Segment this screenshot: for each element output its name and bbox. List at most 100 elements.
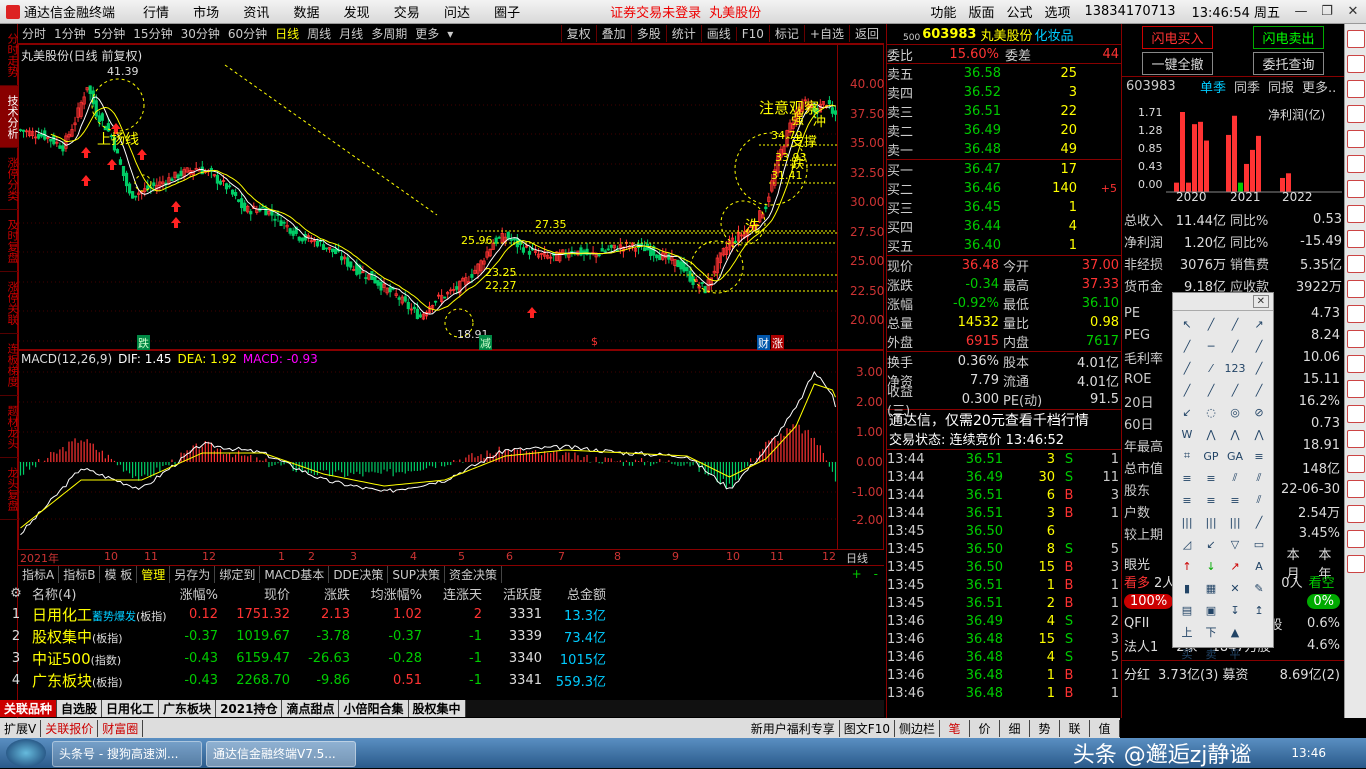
candle-icon[interactable]	[1347, 130, 1365, 148]
draw-tool-icon[interactable]: ✎	[1247, 577, 1271, 599]
period-week[interactable]: 周线	[303, 25, 335, 42]
menu-xuanxiang[interactable]: 选项	[1044, 2, 1070, 21]
draw-tool-icon[interactable]: |||	[1199, 511, 1223, 533]
profit-bar[interactable]	[1198, 121, 1203, 192]
drawing-toolbox[interactable]: ✕ ↖ ╱ ╱ ↗ ╱ ─ ╱ ╱ ╱ ⁄ 123 ╱ ╱ ╱ ╱ ╱ ↙ ◌ ◎ ⊘ W ⋀ ⋀ ⋀ ⌗ GP GA ≡ ≡ ≡ ⫽ ⫽ ≡ ≡…	[1172, 292, 1274, 661]
period-1min[interactable]: 1分钟	[50, 25, 90, 42]
draw-tool-icon[interactable]: |||	[1175, 511, 1199, 533]
period-more[interactable]: 更多	[411, 25, 443, 42]
flash-buy-button[interactable]: 闪电买入	[1142, 25, 1213, 49]
draw-tool-icon[interactable]: 平	[1223, 643, 1247, 665]
profit-bar[interactable]	[1250, 149, 1255, 192]
col-name[interactable]: 名称(4)	[32, 584, 172, 603]
login-notice[interactable]: 证券交易未登录	[610, 2, 701, 21]
kankong[interactable]: 看空	[1309, 572, 1335, 591]
menu-zixun[interactable]: 资讯	[243, 6, 269, 21]
draw-tool-icon[interactable]: ≡	[1199, 489, 1223, 511]
fund-tab-danji[interactable]: 单季	[1200, 77, 1226, 96]
table-row[interactable]: 2 股权集中(板指) -0.37 1019.67 -3.78 -0.37 -1 3339 73.…	[0, 625, 884, 647]
btab-tiandian[interactable]: 滴点甜点	[282, 700, 340, 717]
ind-tab-template[interactable]: 模 板	[100, 565, 138, 583]
menu-jiaoyi[interactable]: 交易	[394, 6, 420, 21]
draw-tool-icon[interactable]: ▣	[1199, 599, 1223, 621]
arrow-icon[interactable]	[1347, 305, 1365, 323]
vtab-guanlian[interactable]: 涨停关联	[0, 272, 19, 334]
rss-icon[interactable]	[1347, 280, 1365, 298]
fund-tab-more[interactable]: 更多..	[1302, 77, 1336, 96]
draw-tool-icon[interactable]: ⋀	[1223, 423, 1247, 445]
period-30min[interactable]: 30分钟	[177, 25, 224, 42]
draw-tool-icon[interactable]: ↑	[1175, 555, 1199, 577]
table-row[interactable]: 3 中证500(指数) -0.43 6159.47 -26.63 -0.28 -1 3340 1…	[0, 647, 884, 669]
draw-tool-icon[interactable]: ╱	[1247, 511, 1271, 533]
flash-sell-button[interactable]: 闪电卖出	[1253, 25, 1324, 49]
task-browser[interactable]: 头条号 - 搜狗高速浏...	[52, 741, 202, 767]
status-caifu[interactable]: 财富圈	[98, 719, 144, 737]
macd-chart[interactable]	[19, 351, 883, 549]
draw-tool-icon[interactable]: ↗	[1247, 313, 1271, 335]
xun-icon[interactable]	[1347, 530, 1365, 548]
btab-guanlian[interactable]: 关联品种	[0, 700, 58, 717]
draw-tool-icon[interactable]: ╱	[1247, 357, 1271, 379]
col-chg-pct[interactable]: 涨幅%	[172, 584, 218, 603]
minus-icon[interactable]: -	[868, 567, 884, 581]
period-60min[interactable]: 60分钟	[224, 25, 271, 42]
ind-tab-bind[interactable]: 绑定到	[215, 565, 261, 583]
fund-tab-tongji[interactable]: 同季	[1234, 77, 1260, 96]
draw-tool-icon[interactable]: ╱	[1175, 379, 1199, 401]
draw-tool-icon[interactable]: ≡	[1175, 489, 1199, 511]
data-icon[interactable]	[1347, 380, 1365, 398]
macd-panel[interactable]: MACD(12,26,9) DIF: 1.45 DEA: 1.92 MACD: …	[18, 350, 884, 550]
profit-bar[interactable]	[1192, 124, 1197, 192]
draw-tool-icon[interactable]: A	[1247, 555, 1271, 577]
tool-icon[interactable]	[1347, 430, 1365, 448]
draw-tool-icon[interactable]: ─	[1199, 335, 1223, 357]
bid-row[interactable]: 买二 36.46 140 +5	[887, 179, 1121, 198]
profit-bar[interactable]	[1244, 163, 1249, 192]
draw-tool-icon[interactable]: ↙	[1199, 533, 1223, 555]
ri-icon[interactable]	[1347, 505, 1365, 523]
draw-tool-icon[interactable]: 卖	[1199, 643, 1223, 665]
calendar-icon[interactable]	[1347, 455, 1365, 473]
vtab-zhangting[interactable]: 涨停分类	[0, 148, 19, 210]
draw-tool-icon[interactable]: ◌	[1199, 401, 1223, 423]
tool-biaoji[interactable]: 标记	[768, 25, 804, 42]
profit-bar[interactable]	[1204, 140, 1209, 192]
ask-row[interactable]: 卖二 36.49 20	[887, 121, 1121, 140]
draw-tool-icon[interactable]: ╱	[1199, 379, 1223, 401]
col-active[interactable]: 活跃度	[482, 584, 542, 603]
draw-tool-icon[interactable]: ╱	[1223, 335, 1247, 357]
vtab-jishu[interactable]: 技术分析	[0, 86, 19, 148]
ask-row[interactable]: 卖一 36.48 49	[887, 140, 1121, 159]
col-avg[interactable]: 均涨幅%	[350, 584, 422, 603]
money-icon[interactable]	[1347, 405, 1365, 423]
bid-row[interactable]: 买三 36.45 1	[887, 198, 1121, 217]
event-mark-zhang[interactable]: 涨	[771, 335, 784, 351]
period-label[interactable]: 日线	[846, 550, 868, 566]
star-icon[interactable]	[1347, 255, 1365, 273]
menu-gongshi[interactable]: 公式	[1006, 2, 1032, 21]
draw-tool-icon[interactable]: ≡	[1223, 489, 1247, 511]
toolbox-close-icon[interactable]: ✕	[1252, 295, 1269, 308]
draw-tool-icon[interactable]: ⌗	[1175, 445, 1199, 467]
draw-tool-icon[interactable]	[1247, 621, 1271, 643]
period-day[interactable]: 日线	[271, 25, 303, 42]
ind-tab-macd[interactable]: MACD基本	[260, 565, 330, 583]
rtab-shi[interactable]: 势	[1030, 719, 1060, 737]
cross-icon[interactable]	[1347, 30, 1365, 48]
gear-icon[interactable]: ⚙	[0, 586, 32, 601]
tool-tongji[interactable]: 统计	[665, 25, 701, 42]
draw-tool-icon[interactable]: ⁄	[1199, 357, 1223, 379]
vtab-fenshi[interactable]: 分时走势	[0, 24, 19, 86]
draw-tool-icon[interactable]: GA	[1223, 445, 1247, 467]
menu-shichang[interactable]: 市场	[193, 6, 219, 21]
rtab-xi[interactable]: 细	[1000, 719, 1030, 737]
col-amount[interactable]: 总金额	[542, 584, 606, 603]
vtab-longtou[interactable]: 龙头复盘	[0, 458, 19, 520]
draw-tool-icon[interactable]: ╱	[1247, 379, 1271, 401]
draw-tool-icon[interactable]: ≡	[1199, 467, 1223, 489]
bid-row[interactable]: 买五 36.40 1	[887, 236, 1121, 255]
industry[interactable]: 化妆品	[1034, 25, 1073, 44]
draw-tool-icon[interactable]: ╱	[1175, 335, 1199, 357]
draw-tool-icon[interactable]: ╱	[1223, 379, 1247, 401]
